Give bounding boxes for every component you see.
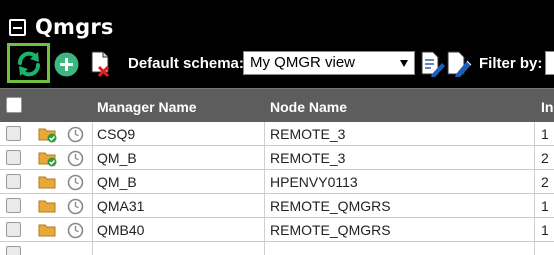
column-header-manager-name[interactable]: Manager Name bbox=[97, 99, 197, 115]
cell-node-name: REMOTE_QMGRS bbox=[270, 198, 391, 214]
clock-icon bbox=[67, 150, 84, 167]
cell-manager-name: QM_B bbox=[97, 174, 137, 190]
column-header-col3[interactable]: In bbox=[541, 99, 553, 115]
column-divider bbox=[264, 122, 265, 146]
table-row[interactable]: QM_B REMOTE_3 2 bbox=[0, 146, 554, 170]
collapse-icon[interactable] bbox=[9, 19, 26, 36]
cell-col3: 1 bbox=[541, 222, 549, 238]
column-divider bbox=[92, 242, 93, 255]
column-divider bbox=[264, 218, 265, 242]
qmgr-table: Manager Name Node Name In CSQ9 REMOTE_3 … bbox=[0, 88, 554, 255]
column-divider bbox=[92, 194, 93, 218]
column-divider bbox=[534, 122, 535, 146]
page-title: Qmgrs bbox=[35, 15, 114, 39]
row-checkbox[interactable] bbox=[6, 126, 21, 141]
column-divider bbox=[92, 122, 93, 146]
column-divider bbox=[92, 218, 93, 242]
cell-node-name: REMOTE_QMGRS bbox=[270, 222, 391, 238]
table-row[interactable]: CSQ9 REMOTE_3 1 bbox=[0, 122, 554, 146]
cell-manager-name: QMA31 bbox=[97, 198, 145, 214]
column-divider bbox=[92, 170, 93, 194]
delete-document-icon bbox=[91, 51, 110, 78]
column-divider bbox=[264, 242, 265, 255]
row-checkbox[interactable] bbox=[6, 246, 21, 255]
edit-pencil-icon bbox=[447, 51, 472, 77]
row-checkbox[interactable] bbox=[6, 150, 21, 165]
toolbar: Default schema: My QMGR view Filter by: bbox=[0, 42, 554, 88]
table-row-partial[interactable] bbox=[0, 242, 554, 255]
refresh-button[interactable] bbox=[7, 43, 50, 83]
delete-button[interactable] bbox=[89, 50, 114, 78]
cell-col3: 1 bbox=[541, 198, 549, 214]
clock-icon bbox=[67, 198, 84, 215]
row-checkbox[interactable] bbox=[6, 198, 21, 213]
row-checkbox[interactable] bbox=[6, 222, 21, 237]
column-divider bbox=[534, 194, 535, 218]
select-all-checkbox[interactable] bbox=[6, 97, 22, 113]
cell-manager-name: CSQ9 bbox=[97, 126, 136, 142]
cell-col3: 2 bbox=[541, 174, 549, 190]
column-divider bbox=[534, 242, 535, 255]
table-row[interactable]: QMB40 REMOTE_QMGRS 1 bbox=[0, 218, 554, 242]
plus-circle-icon bbox=[54, 52, 79, 77]
manage-schema-button[interactable] bbox=[446, 50, 472, 77]
cell-node-name: HPENVY0113 bbox=[270, 174, 358, 190]
clock-icon bbox=[67, 174, 84, 191]
folder-icon bbox=[38, 200, 56, 213]
column-divider bbox=[534, 218, 535, 242]
edit-document-icon bbox=[421, 51, 445, 77]
schema-select-value: My QMGR view bbox=[250, 54, 355, 71]
cell-manager-name: QMB40 bbox=[97, 222, 145, 238]
title-bar: Qmgrs bbox=[0, 0, 554, 42]
clock-icon bbox=[67, 126, 84, 143]
edit-schema-button[interactable] bbox=[420, 50, 445, 77]
table-header: Manager Name Node Name In bbox=[0, 88, 554, 122]
schema-select[interactable]: My QMGR view bbox=[243, 51, 415, 75]
table-row[interactable]: QMA31 REMOTE_QMGRS 1 bbox=[0, 194, 554, 218]
cell-node-name: REMOTE_3 bbox=[270, 126, 346, 142]
cell-manager-name: QM_B bbox=[97, 150, 137, 166]
folder-check-icon bbox=[38, 152, 57, 167]
column-divider bbox=[534, 170, 535, 194]
clock-icon bbox=[67, 222, 84, 239]
row-checkbox[interactable] bbox=[6, 174, 21, 189]
column-divider bbox=[92, 146, 93, 170]
add-button[interactable] bbox=[54, 52, 79, 77]
column-divider bbox=[264, 146, 265, 170]
cell-node-name: REMOTE_3 bbox=[270, 150, 346, 166]
filter-input[interactable] bbox=[545, 51, 554, 75]
column-divider bbox=[264, 194, 265, 218]
folder-icon bbox=[38, 224, 56, 237]
column-divider bbox=[534, 146, 535, 170]
cell-col3: 2 bbox=[541, 150, 549, 166]
refresh-icon bbox=[18, 51, 40, 77]
column-divider bbox=[264, 170, 265, 194]
schema-label: Default schema: bbox=[128, 55, 244, 72]
folder-icon bbox=[38, 176, 56, 189]
table-row[interactable]: QM_B HPENVY0113 2 bbox=[0, 170, 554, 194]
cell-col3: 1 bbox=[541, 126, 549, 142]
dropdown-arrow-icon bbox=[400, 60, 408, 67]
folder-check-icon bbox=[38, 128, 57, 143]
column-header-node-name[interactable]: Node Name bbox=[270, 99, 347, 115]
filter-label: Filter by: bbox=[479, 55, 543, 72]
